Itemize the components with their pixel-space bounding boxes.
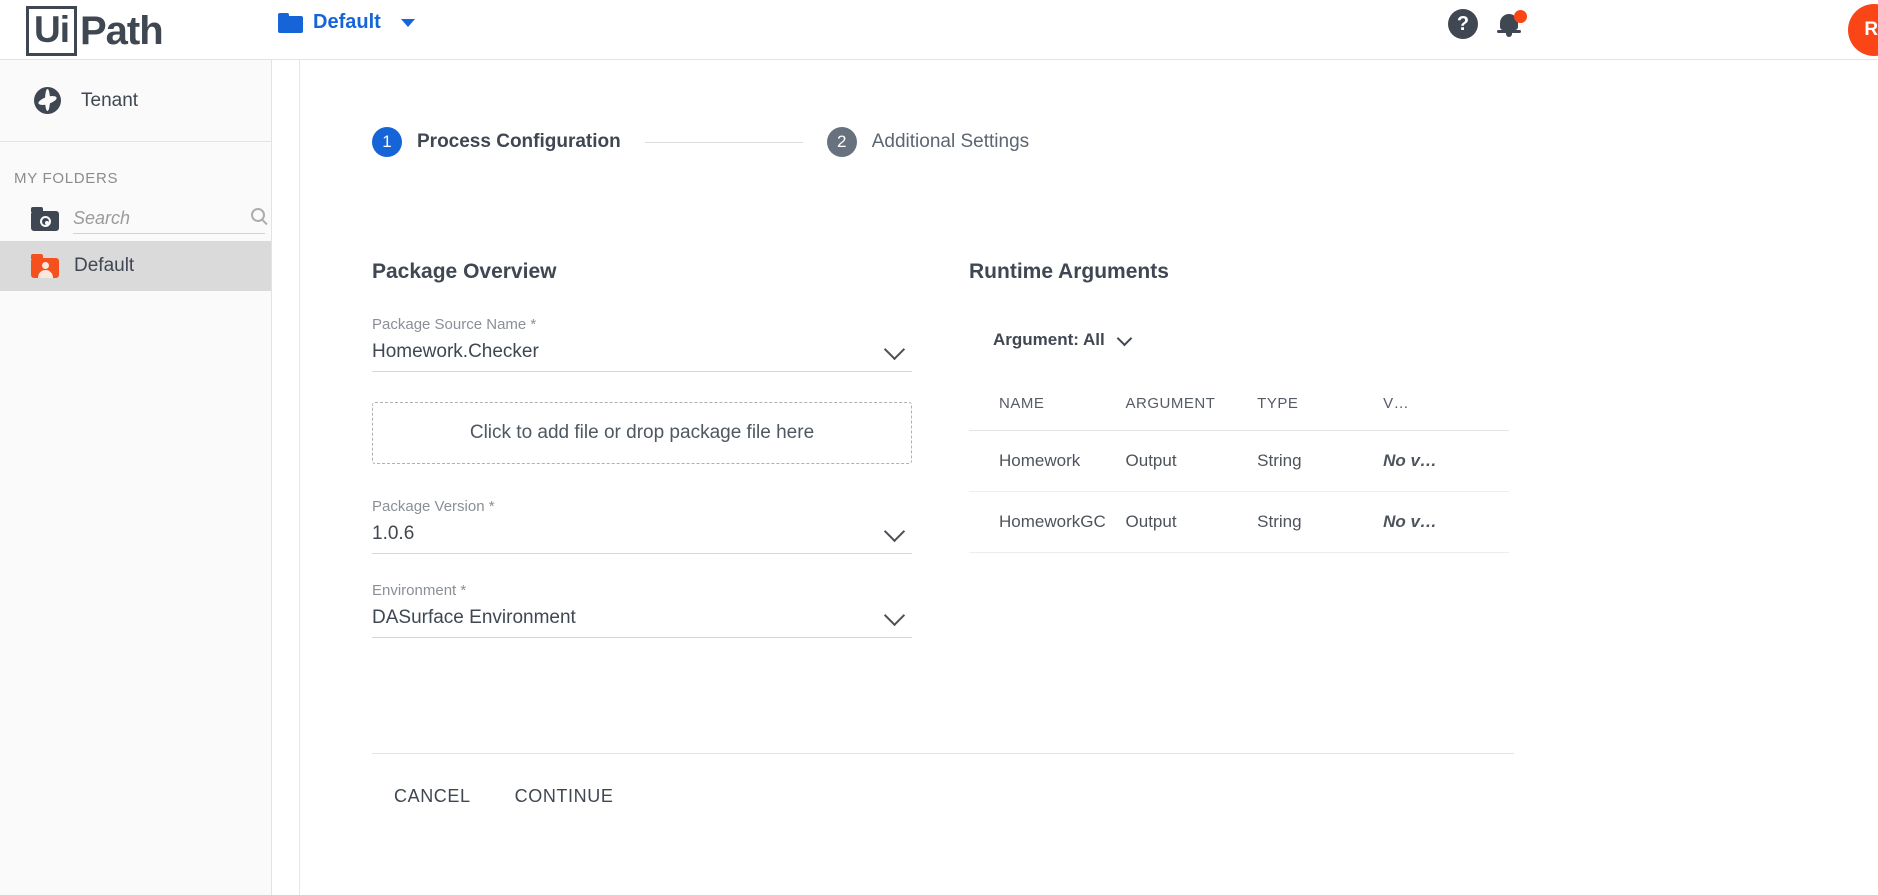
sidebar-section-label: MY FOLDERS	[14, 170, 119, 187]
chevron-down-icon[interactable]	[883, 520, 906, 543]
cell-argument: Output	[1125, 491, 1258, 553]
field-package-source-name: Package Source Name * Homework.Checker	[372, 316, 912, 372]
notifications-button[interactable]	[1496, 10, 1530, 42]
step-process-configuration[interactable]: 1 Process Configuration	[372, 127, 621, 157]
chevron-down-icon	[400, 18, 415, 27]
section-title-package-overview: Package Overview	[372, 260, 557, 283]
cell-value: No v…	[1383, 430, 1509, 492]
search-input[interactable]	[73, 204, 233, 232]
wizard-stepper: 1 Process Configuration 2 Additional Set…	[372, 127, 1029, 157]
sidebar-item-tenant[interactable]: Tenant	[0, 60, 271, 142]
folder-target-icon	[31, 207, 59, 231]
argument-filter-dropdown[interactable]: Argument: All	[993, 330, 1133, 350]
search-field-wrap	[73, 204, 265, 234]
avatar[interactable]: RF	[1848, 4, 1878, 56]
folder-search-row	[0, 197, 271, 241]
chevron-down-icon	[1116, 330, 1133, 346]
search-icon[interactable]	[251, 208, 265, 222]
package-source-name-select[interactable]: Homework.Checker	[372, 338, 912, 372]
package-overview-panel: Package Overview Package Source Name * H…	[372, 260, 912, 666]
field-value: 1.0.6	[372, 523, 415, 544]
cell-name: Homework	[969, 430, 1126, 492]
section-title-runtime-arguments: Runtime Arguments	[969, 260, 1169, 283]
folder-person-icon	[31, 254, 59, 278]
field-label: Package Source Name *	[372, 316, 537, 333]
cell-type: String	[1257, 491, 1384, 553]
step-connector	[644, 141, 803, 143]
content-gap	[272, 59, 299, 895]
runtime-arguments-panel: Runtime Arguments Argument: All NAME ARG…	[969, 260, 1514, 553]
step-label: Process Configuration	[417, 131, 621, 152]
field-label: Package Version *	[372, 498, 495, 515]
folder-switcher[interactable]: Default	[278, 11, 415, 34]
footer-divider	[372, 753, 1514, 754]
step-label: Additional Settings	[871, 131, 1030, 152]
folder-icon	[278, 12, 303, 33]
table-row[interactable]: HomeworkGC Output String No v…	[969, 491, 1509, 553]
field-package-version: Package Version * 1.0.6	[372, 498, 912, 554]
step-number: 2	[826, 127, 857, 157]
chevron-down-icon[interactable]	[883, 338, 906, 361]
sidebar-item-label: Tenant	[81, 89, 139, 111]
globe-icon	[34, 87, 61, 114]
package-dropzone[interactable]: Click to add file or drop package file h…	[372, 402, 912, 464]
folder-switcher-label: Default	[313, 11, 381, 33]
help-icon[interactable]: ?	[1448, 9, 1478, 39]
chevron-down-icon[interactable]	[883, 604, 906, 627]
environment-select[interactable]: DASurface Environment	[372, 604, 912, 638]
column-header-type[interactable]: TYPE	[1257, 395, 1384, 431]
column-header-value[interactable]: V…	[1383, 395, 1509, 431]
top-bar: Ui Path Default ? RF	[0, 0, 1878, 59]
package-version-select[interactable]: 1.0.6	[372, 520, 912, 554]
uipath-logo[interactable]: Ui Path	[26, 6, 164, 56]
field-value: Homework.Checker	[372, 341, 539, 362]
logo-ui-mark: Ui	[26, 6, 77, 56]
table-row[interactable]: Homework Output String No v…	[969, 430, 1509, 492]
argument-filter-label: Argument: All	[993, 330, 1105, 349]
cell-argument: Output	[1125, 430, 1258, 492]
sidebar-item-label: Default	[74, 255, 135, 276]
step-number: 1	[372, 127, 402, 157]
sidebar: Tenant MY FOLDERS Default	[0, 59, 272, 895]
logo-path-text: Path	[80, 8, 164, 53]
column-header-argument[interactable]: ARGUMENT	[1125, 395, 1258, 431]
main-content: 1 Process Configuration 2 Additional Set…	[299, 59, 1878, 895]
cell-type: String	[1257, 430, 1384, 492]
cell-value: No v…	[1383, 491, 1509, 553]
continue-button[interactable]: CONTINUE	[493, 772, 636, 821]
field-label: Environment *	[372, 582, 467, 599]
field-environment: Environment * DASurface Environment	[372, 582, 912, 638]
column-header-name[interactable]: NAME	[969, 395, 1126, 431]
step-additional-settings[interactable]: 2 Additional Settings	[826, 127, 1030, 157]
sidebar-item-default[interactable]: Default	[0, 241, 271, 291]
field-value: DASurface Environment	[372, 607, 576, 628]
runtime-arguments-table: NAME ARGUMENT TYPE V… Homework Output St…	[969, 395, 1509, 553]
table-header-row: NAME ARGUMENT TYPE V…	[969, 395, 1509, 431]
wizard-actions: CANCEL CONTINUE	[372, 772, 635, 821]
notification-badge	[1514, 10, 1527, 23]
cell-name: HomeworkGC	[969, 491, 1126, 553]
cancel-button[interactable]: CANCEL	[372, 772, 493, 821]
